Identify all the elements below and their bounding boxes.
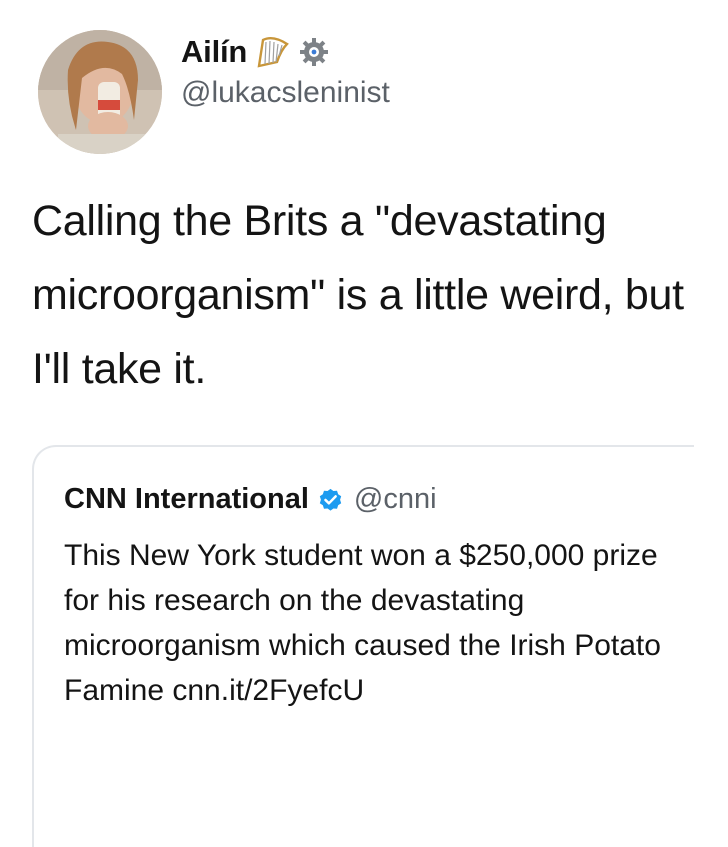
- quoted-tweet[interactable]: CNN International @cnni This New York st…: [32, 445, 694, 847]
- harp-icon: [255, 36, 291, 68]
- quoted-tweet-author[interactable]: CNN International @cnni: [64, 477, 437, 521]
- verified-badge-icon: [317, 486, 344, 513]
- tweet: Ailín @lukacsleninist Calling the Brits …: [0, 0, 728, 847]
- tweet-author[interactable]: Ailín: [181, 30, 329, 74]
- avatar-photo: [38, 30, 162, 154]
- user-handle[interactable]: @lukacsleninist: [181, 76, 390, 110]
- display-name[interactable]: Ailín: [181, 34, 247, 70]
- tweet-text: Calling the Brits a "devastating microor…: [32, 197, 684, 393]
- quoted-user-handle[interactable]: @cnni: [354, 483, 437, 516]
- avatar[interactable]: [38, 30, 162, 154]
- quoted-display-name[interactable]: CNN International: [64, 483, 309, 516]
- quoted-tweet-text: This New York student won a $250,000 pri…: [64, 539, 661, 707]
- gear-icon: [299, 37, 329, 67]
